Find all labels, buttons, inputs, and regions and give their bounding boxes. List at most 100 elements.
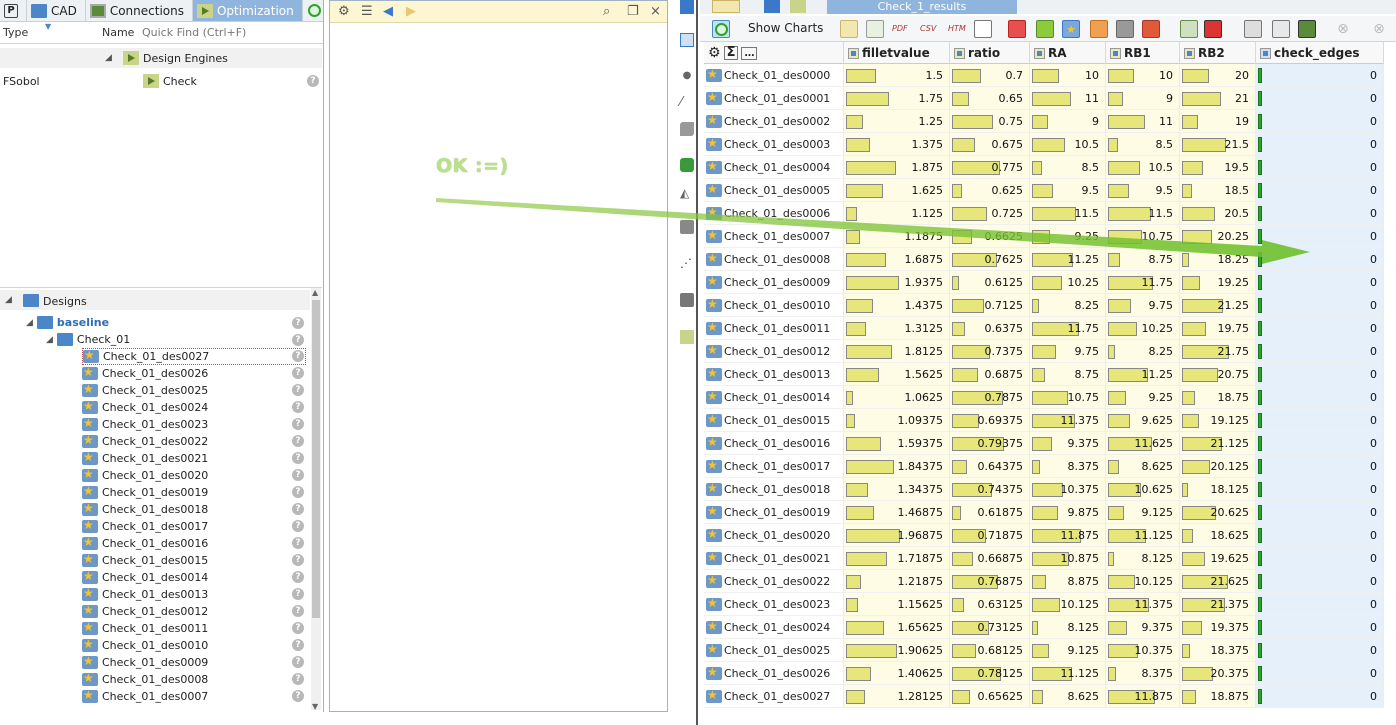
cell-rb2[interactable]: 20.5 xyxy=(1180,202,1256,225)
cell-rb1[interactable]: 8.75 xyxy=(1106,248,1180,271)
design-list-item[interactable]: Check_01_des0023 xyxy=(82,416,208,433)
design-list-item[interactable]: Check_01_des0026 xyxy=(82,365,208,382)
cell-rb1[interactable]: 11.25 xyxy=(1106,363,1180,386)
color-map-icon[interactable] xyxy=(1204,20,1222,38)
table-row[interactable]: Check_01_des0011 1.3125 0.6375 11.75 10.25 19… xyxy=(704,317,1384,340)
cell-rb1[interactable]: 8.5 xyxy=(1106,133,1180,156)
filter-gray-icon[interactable] xyxy=(1116,20,1134,38)
help-icon[interactable]: ? xyxy=(292,418,304,430)
cell-ratio[interactable]: 0.7 xyxy=(950,64,1030,87)
cell-rb1[interactable]: 10.75 xyxy=(1106,225,1180,248)
table-row[interactable]: Check_01_des0027 1.28125 0.65625 8.625 11.87… xyxy=(704,685,1384,708)
help-icon[interactable]: ? xyxy=(292,537,304,549)
cell-ratio[interactable]: 0.66875 xyxy=(950,547,1030,570)
cell-check-edges[interactable]: 0 xyxy=(1256,225,1384,248)
cell-ra[interactable]: 8.5 xyxy=(1030,156,1106,179)
layout-icon[interactable] xyxy=(1272,20,1290,38)
cell-ra[interactable]: 9.25 xyxy=(1030,225,1106,248)
cell-rb2[interactable]: 21.75 xyxy=(1180,340,1256,363)
cell-ra[interactable]: 8.625 xyxy=(1030,685,1106,708)
table-row[interactable]: Check_01_des0001 1.75 0.65 11 9 21 0 xyxy=(704,87,1384,110)
design-list-item[interactable]: Check_01_des0020 xyxy=(82,467,208,484)
cell-ra[interactable]: 9.125 xyxy=(1030,639,1106,662)
cell-filletvalue[interactable]: 1.96875 xyxy=(844,524,950,547)
cell-rb2[interactable]: 19.625 xyxy=(1180,547,1256,570)
table-row[interactable]: Check_01_des0022 1.21875 0.76875 8.875 10.12… xyxy=(704,570,1384,593)
cell-ratio[interactable]: 0.65 xyxy=(950,87,1030,110)
help-icon[interactable]: ? xyxy=(292,486,304,498)
cell-rb2[interactable]: 18.875 xyxy=(1180,685,1256,708)
tree-node-baseline[interactable]: ◢ baseline xyxy=(26,314,109,331)
design-name-cell[interactable]: Check_01_des0021 xyxy=(704,547,844,570)
help-icon[interactable]: ? xyxy=(292,503,304,515)
cell-ratio[interactable]: 0.6625 xyxy=(950,225,1030,248)
cell-ratio[interactable]: 0.79375 xyxy=(950,432,1030,455)
cell-rb1[interactable]: 11 xyxy=(1106,110,1180,133)
scroll-down-icon[interactable]: ▼ xyxy=(312,702,318,710)
table-row[interactable]: Check_01_des0015 1.09375 0.69375 11.375 9.62… xyxy=(704,409,1384,432)
cell-ratio[interactable]: 0.7875 xyxy=(950,386,1030,409)
design-list-item[interactable]: Check_01_des0015 xyxy=(82,552,208,569)
help-icon[interactable]: ? xyxy=(292,452,304,464)
cell-rb2[interactable]: 21.375 xyxy=(1180,593,1256,616)
show-charts-toggle[interactable]: Show Charts xyxy=(748,21,823,35)
cell-ratio[interactable]: 0.74375 xyxy=(950,478,1030,501)
design-name-cell[interactable]: Check_01_des0027 xyxy=(704,685,844,708)
design-name-cell[interactable]: Check_01_des0020 xyxy=(704,524,844,547)
cell-ra[interactable]: 11.75 xyxy=(1030,317,1106,340)
solid-icon[interactable]: ◭ xyxy=(680,186,694,200)
curve-icon[interactable]: ⁄ xyxy=(680,95,694,110)
table-row[interactable]: Check_01_des0009 1.9375 0.6125 10.25 11.75 19… xyxy=(704,271,1384,294)
design-name-cell[interactable]: Check_01_des0012 xyxy=(704,340,844,363)
cell-check-edges[interactable]: 0 xyxy=(1256,639,1384,662)
design-name-cell[interactable]: Check_01_des0009 xyxy=(704,271,844,294)
cell-filletvalue[interactable]: 1.71875 xyxy=(844,547,950,570)
cell-rb1[interactable]: 9.25 xyxy=(1106,386,1180,409)
design-name-cell[interactable]: Check_01_des0026 xyxy=(704,662,844,685)
table-row[interactable]: Check_01_des0025 1.90625 0.68125 9.125 10.37… xyxy=(704,639,1384,662)
help-icon[interactable]: ? xyxy=(292,673,304,685)
cell-check-edges[interactable]: 0 xyxy=(1256,87,1384,110)
green-shape-icon[interactable] xyxy=(680,158,694,172)
cell-rb2[interactable]: 21 xyxy=(1180,87,1256,110)
camera-icon[interactable] xyxy=(1298,20,1316,38)
table-row[interactable]: Check_01_des0019 1.46875 0.61875 9.875 9.125… xyxy=(704,501,1384,524)
sigma-icon[interactable]: Σ xyxy=(723,46,739,60)
cell-ra[interactable]: 9.375 xyxy=(1030,432,1106,455)
cell-check-edges[interactable]: 0 xyxy=(1256,386,1384,409)
help-icon[interactable]: ? xyxy=(292,384,304,396)
design-list-item[interactable]: Check_01_des0010 xyxy=(82,637,208,654)
cell-ratio[interactable]: 0.7625 xyxy=(950,248,1030,271)
cell-ra[interactable]: 9.875 xyxy=(1030,501,1106,524)
cell-ratio[interactable]: 0.76875 xyxy=(950,570,1030,593)
design-list-item[interactable]: Check_01_des0021 xyxy=(82,450,208,467)
cell-filletvalue[interactable]: 1.375 xyxy=(844,133,950,156)
table-row[interactable]: Check_01_des0000 1.5 0.7 10 10 20 0 xyxy=(704,64,1384,87)
cell-ra[interactable]: 10.875 xyxy=(1030,547,1106,570)
csv-export-button[interactable]: CSV xyxy=(920,20,938,38)
cell-rb2[interactable]: 20 xyxy=(1180,64,1256,87)
table-row[interactable]: Check_01_des0021 1.71875 0.66875 10.875 8.12… xyxy=(704,547,1384,570)
point-icon[interactable]: ● xyxy=(680,70,694,84)
table-row[interactable]: Check_01_des0017 1.84375 0.64375 8.375 8.625… xyxy=(704,455,1384,478)
cell-check-edges[interactable]: 0 xyxy=(1256,685,1384,708)
design-name-cell[interactable]: Check_01_des0015 xyxy=(704,409,844,432)
cell-filletvalue[interactable]: 1.75 xyxy=(844,87,950,110)
cell-rb2[interactable]: 19.75 xyxy=(1180,317,1256,340)
filter-orange-icon[interactable] xyxy=(1090,20,1108,38)
table-view-icon[interactable] xyxy=(712,0,740,13)
table-row[interactable]: Check_01_des0026 1.40625 0.78125 11.125 8.37… xyxy=(704,662,1384,685)
cell-rb2[interactable]: 18.125 xyxy=(1180,478,1256,501)
cell-rb1[interactable]: 9.625 xyxy=(1106,409,1180,432)
design-list-item[interactable]: Check_01_des0022 xyxy=(82,433,208,450)
gear-icon[interactable]: ⚙ xyxy=(708,45,721,61)
design-name-cell[interactable]: Check_01_des0025 xyxy=(704,639,844,662)
cell-check-edges[interactable]: 0 xyxy=(1256,662,1384,685)
cell-ra[interactable]: 11.875 xyxy=(1030,524,1106,547)
design-name-cell[interactable]: Check_01_des0004 xyxy=(704,156,844,179)
collapse-triangle-icon[interactable]: ◢ xyxy=(105,53,112,63)
help-icon[interactable]: ? xyxy=(292,605,304,617)
cell-ratio[interactable]: 0.7375 xyxy=(950,340,1030,363)
cell-ratio[interactable]: 0.7125 xyxy=(950,294,1030,317)
table-row[interactable]: Check_01_des0008 1.6875 0.7625 11.25 8.75 18.… xyxy=(704,248,1384,271)
